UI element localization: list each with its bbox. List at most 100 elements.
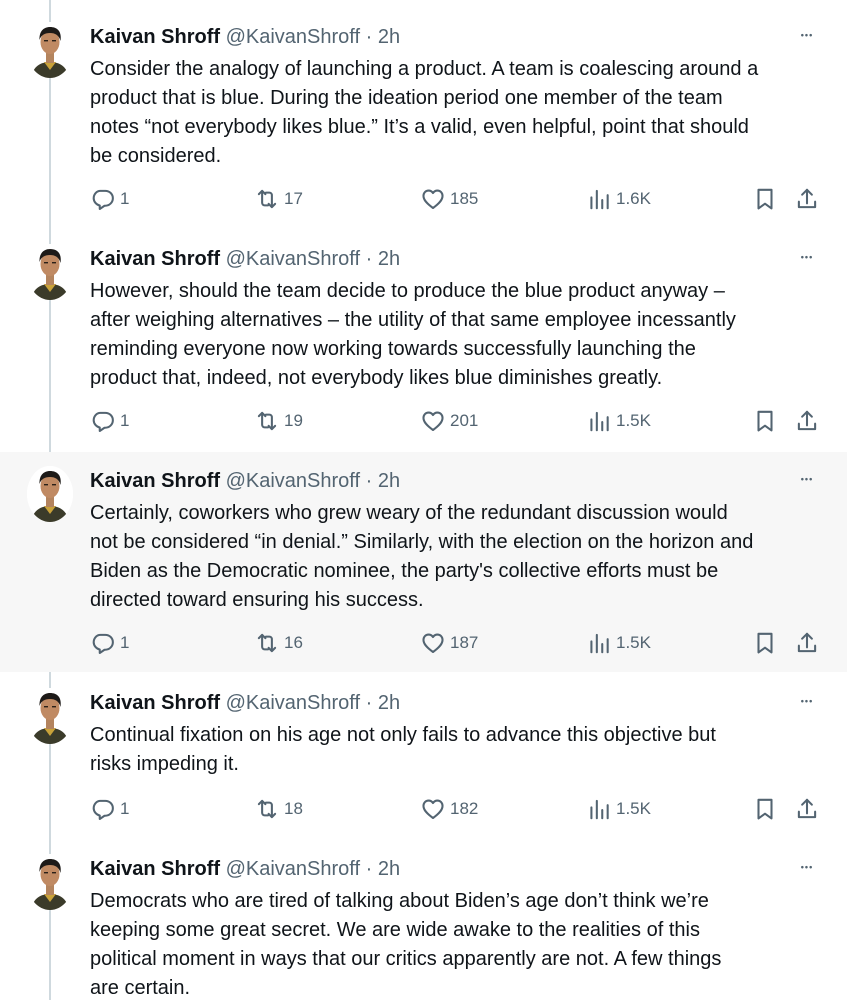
reply-button[interactable]: 1 [90, 407, 129, 435]
bookmark-button[interactable] [752, 407, 778, 435]
tweet-actions: 1 19 201 1.5K [90, 407, 830, 435]
tweet[interactable]: Kaivan Shroff @KaivanShroff · 2h ••• Howev… [0, 233, 847, 452]
share-button[interactable] [794, 629, 820, 657]
retweet-icon [254, 408, 280, 434]
retweet-icon [254, 186, 280, 212]
share-icon [794, 796, 820, 822]
like-button[interactable]: 185 [420, 185, 478, 213]
more-icon[interactable]: ••• [792, 467, 822, 491]
tweet[interactable]: Kaivan Shroff @KaivanShroff · 2h ••• Democ… [0, 838, 847, 1000]
tweet-text-line: not be considered “in denial.” Similarly… [90, 531, 754, 553]
tweet-actions: 1 18 182 1.5K [90, 795, 830, 823]
share-button[interactable] [794, 795, 820, 823]
tweet-text: Consider the analogy of launching a prod… [90, 55, 830, 171]
tweet-text-line: political moment in ways that our critic… [90, 948, 722, 970]
view-count: 1.5K [616, 411, 651, 430]
more-icon[interactable]: ••• [792, 23, 822, 47]
tweet-text-line: after weighing alternatives – the utilit… [90, 309, 736, 331]
retweet-button[interactable]: 17 [254, 185, 303, 213]
retweet-count: 16 [284, 633, 303, 652]
avatar[interactable] [27, 854, 73, 910]
tweet-header: Kaivan Shroff @KaivanShroff · 2h [90, 247, 400, 271]
retweet-button[interactable]: 18 [254, 795, 303, 823]
views-button[interactable]: 1.5K [586, 629, 651, 657]
separator: · [360, 470, 378, 492]
tweet-text-line: Certainly, coworkers who grew weary of t… [90, 502, 728, 524]
author-handle[interactable]: @KaivanShroff [226, 26, 360, 48]
more-icon[interactable]: ••• [792, 689, 822, 713]
like-button[interactable]: 201 [420, 407, 478, 435]
tweet-actions: 1 16 187 1.5K [90, 629, 830, 657]
reply-icon [90, 186, 116, 212]
retweet-count: 17 [284, 189, 303, 208]
reply-button[interactable]: 1 [90, 629, 129, 657]
tweet-header: Kaivan Shroff @KaivanShroff · 2h [90, 25, 400, 49]
separator: · [360, 858, 378, 880]
author-name[interactable]: Kaivan Shroff [90, 858, 220, 880]
author-name[interactable]: Kaivan Shroff [90, 692, 220, 714]
view-count: 1.5K [616, 633, 651, 652]
timestamp[interactable]: 2h [378, 858, 400, 880]
author-handle[interactable]: @KaivanShroff [226, 858, 360, 880]
replie-count: 1 [120, 633, 130, 652]
tweet-text-line: notes “not everybody likes blue.” It’s a… [90, 116, 749, 138]
reply-icon [90, 796, 116, 822]
avatar[interactable] [27, 244, 73, 300]
tweet-text-line: reminding everyone now working towards s… [90, 338, 696, 360]
tweet-text-line: product that, indeed, not everybody like… [90, 367, 663, 389]
views-icon [586, 408, 612, 434]
like-count: 201 [450, 411, 479, 430]
bookmark-button[interactable] [752, 629, 778, 657]
bookmark-icon [752, 796, 778, 822]
author-handle[interactable]: @KaivanShroff [226, 692, 360, 714]
bookmark-button[interactable] [752, 185, 778, 213]
like-button[interactable]: 187 [420, 629, 478, 657]
bookmark-button[interactable] [752, 795, 778, 823]
avatar[interactable] [27, 22, 73, 78]
tweet-text-line: be considered. [90, 145, 222, 167]
avatar[interactable] [27, 466, 73, 522]
author-handle[interactable]: @KaivanShroff [226, 470, 360, 492]
author-name[interactable]: Kaivan Shroff [90, 248, 220, 270]
tweet[interactable]: Kaivan Shroff @KaivanShroff · 2h ••• Conti… [0, 672, 847, 838]
reply-button[interactable]: 1 [90, 185, 129, 213]
more-icon[interactable]: ••• [792, 855, 822, 879]
tweet-text: Democrats who are tired of talking about… [90, 887, 830, 1003]
like-icon [420, 408, 446, 434]
timestamp[interactable]: 2h [378, 470, 400, 492]
views-button[interactable]: 1.5K [586, 795, 651, 823]
bookmark-icon [752, 630, 778, 656]
tweet-text-line: product that is blue. During the ideatio… [90, 87, 723, 109]
tweet-header: Kaivan Shroff @KaivanShroff · 2h [90, 691, 400, 715]
timestamp[interactable]: 2h [378, 692, 400, 714]
timestamp[interactable]: 2h [378, 248, 400, 270]
like-button[interactable]: 182 [420, 795, 478, 823]
retweet-button[interactable]: 16 [254, 629, 303, 657]
views-button[interactable]: 1.5K [586, 407, 651, 435]
share-icon [794, 408, 820, 434]
more-icon[interactable]: ••• [792, 245, 822, 269]
like-icon [420, 186, 446, 212]
author-name[interactable]: Kaivan Shroff [90, 26, 220, 48]
views-button[interactable]: 1.6K [586, 185, 651, 213]
tweet-text-line: are certain. [90, 977, 191, 999]
retweet-button[interactable]: 19 [254, 407, 303, 435]
avatar[interactable] [27, 688, 73, 744]
like-icon [420, 796, 446, 822]
separator: · [360, 692, 378, 714]
reply-icon [90, 408, 116, 434]
views-icon [586, 796, 612, 822]
share-button[interactable] [794, 185, 820, 213]
share-button[interactable] [794, 407, 820, 435]
timestamp[interactable]: 2h [378, 26, 400, 48]
tweet[interactable]: Kaivan Shroff @KaivanShroff · 2h ••• Consi… [0, 0, 847, 233]
like-count: 187 [450, 633, 479, 652]
retweet-icon [254, 796, 280, 822]
bookmark-icon [752, 186, 778, 212]
share-icon [794, 630, 820, 656]
tweet[interactable]: Kaivan Shroff @KaivanShroff · 2h ••• Certa… [0, 452, 847, 672]
reply-button[interactable]: 1 [90, 795, 129, 823]
author-handle[interactable]: @KaivanShroff [226, 248, 360, 270]
view-count: 1.6K [616, 189, 651, 208]
author-name[interactable]: Kaivan Shroff [90, 470, 220, 492]
